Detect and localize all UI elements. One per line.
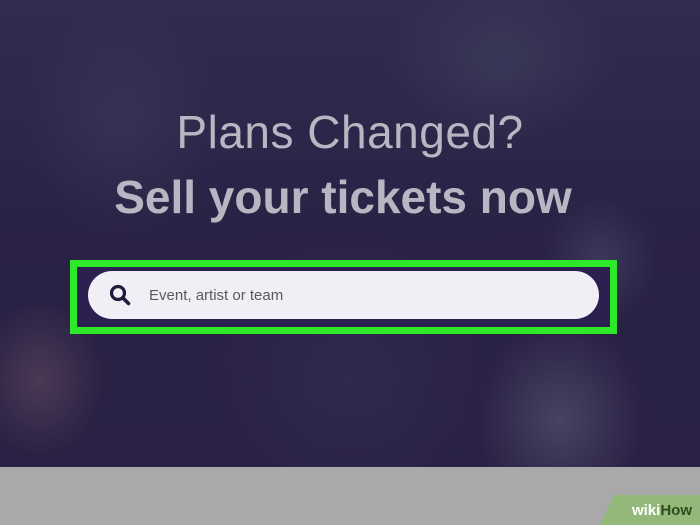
footer-band — [0, 467, 700, 525]
headline-sell-tickets: Sell your tickets now — [114, 171, 572, 223]
watermark-wiki: wiki — [631, 501, 661, 519]
search-icon[interactable] — [109, 284, 131, 306]
headline-plans-changed: Plans Changed? — [176, 106, 524, 158]
hero-overlay — [0, 0, 700, 467]
watermark-how: How — [660, 501, 692, 519]
wikihow-watermark: wiki How — [600, 495, 700, 525]
search-input[interactable] — [147, 285, 571, 305]
hero-background — [0, 0, 700, 467]
search-bar[interactable] — [88, 271, 599, 319]
